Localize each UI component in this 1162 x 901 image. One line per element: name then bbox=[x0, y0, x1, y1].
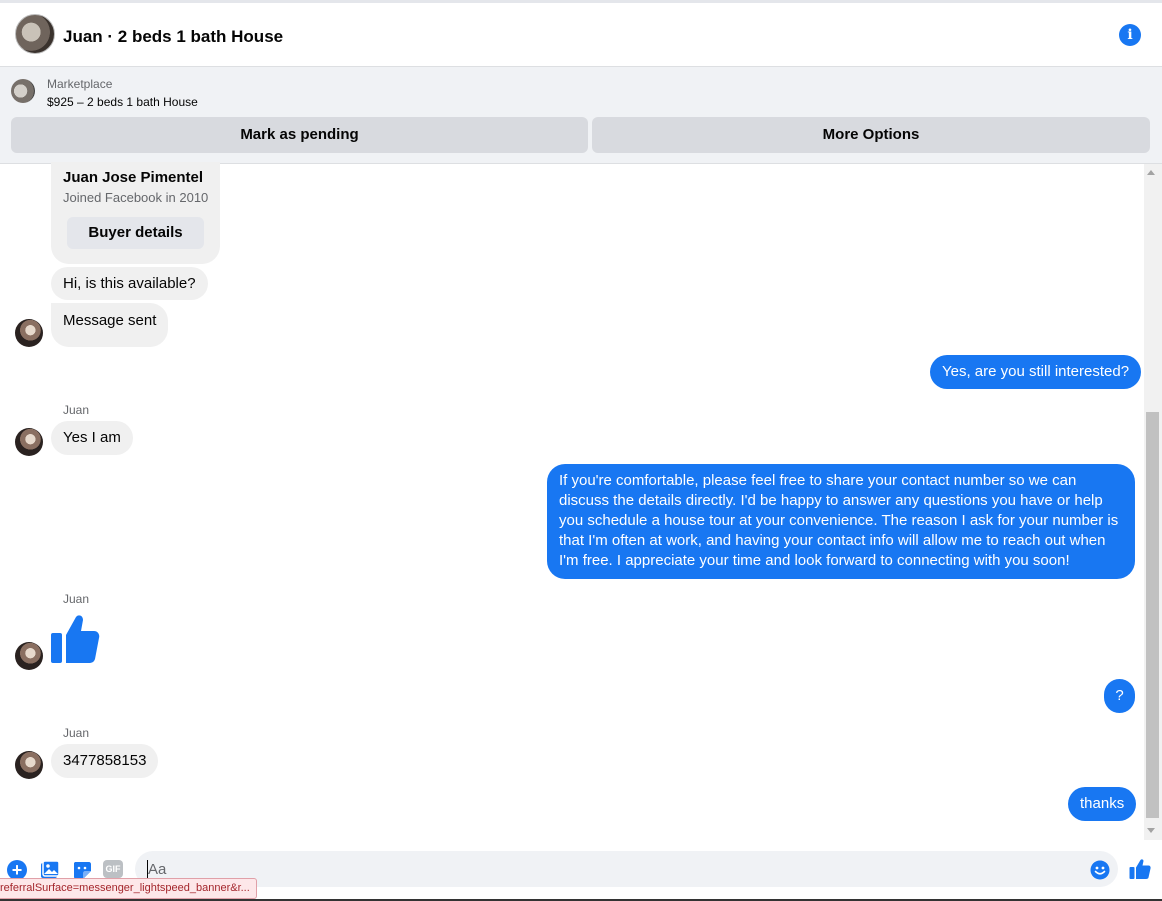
info-icon[interactable]: i bbox=[1119, 24, 1141, 46]
sticker-icon[interactable] bbox=[72, 860, 92, 880]
photo-icon[interactable] bbox=[40, 860, 60, 880]
sender-name: Juan bbox=[63, 726, 90, 740]
listing-thumbnail[interactable] bbox=[11, 79, 35, 103]
scroll-up-arrow-icon[interactable] bbox=[1147, 170, 1155, 175]
plus-icon[interactable]: + bbox=[7, 860, 27, 880]
message-input[interactable] bbox=[135, 851, 1118, 887]
buyer-name: Juan Jose Pimentel bbox=[63, 169, 204, 186]
avatar[interactable] bbox=[15, 751, 43, 779]
mark-as-pending-button[interactable]: Mark as pending bbox=[11, 117, 588, 153]
avatar[interactable] bbox=[15, 319, 43, 347]
avatar[interactable] bbox=[15, 642, 43, 670]
listing-avatar[interactable] bbox=[15, 14, 55, 54]
buyer-card: Juan Jose Pimentel Joined Facebook in 20… bbox=[51, 162, 220, 264]
conversation-title[interactable]: Juan · 2 beds 1 bath House bbox=[63, 27, 283, 47]
like-icon[interactable] bbox=[1129, 858, 1151, 880]
marketplace-label: Marketplace bbox=[47, 77, 113, 91]
buyer-joined-date: Joined Facebook in 2010 bbox=[63, 190, 209, 205]
sender-name: Juan bbox=[63, 403, 90, 417]
message-bubble-outgoing[interactable]: If you're comfortable, please feel free … bbox=[547, 464, 1135, 579]
marketplace-panel: Marketplace $925 – 2 beds 1 bath House M… bbox=[0, 67, 1162, 164]
gif-icon[interactable]: GIF bbox=[103, 860, 123, 878]
conversation-header: Juan · 2 beds 1 bath House i bbox=[0, 0, 1162, 67]
message-bubble-incoming[interactable]: 3477858153 bbox=[51, 744, 159, 778]
text-caret bbox=[147, 860, 148, 878]
sender-name: Juan bbox=[63, 592, 90, 606]
message-bubble-incoming[interactable]: Message sent bbox=[51, 303, 169, 347]
status-bar-url: referralSurface=messenger_lightspeed_ban… bbox=[0, 878, 257, 899]
message-bubble-outgoing[interactable]: ? bbox=[1104, 679, 1135, 713]
message-bubble-outgoing[interactable]: Yes, are you still interested? bbox=[930, 355, 1142, 389]
listing-summary[interactable]: $925 – 2 beds 1 bath House bbox=[47, 95, 198, 109]
more-options-button[interactable]: More Options bbox=[592, 117, 1150, 153]
message-bubble-outgoing[interactable]: thanks bbox=[1068, 787, 1137, 821]
emoji-icon[interactable] bbox=[1090, 860, 1110, 880]
buyer-details-button[interactable]: Buyer details bbox=[67, 217, 204, 249]
message-bubble-incoming[interactable]: Yes I am bbox=[51, 421, 133, 455]
scroll-down-arrow-icon[interactable] bbox=[1147, 828, 1155, 833]
scrollbar-thumb[interactable] bbox=[1146, 412, 1159, 818]
message-bubble-incoming[interactable]: Hi, is this available? bbox=[51, 267, 208, 300]
avatar[interactable] bbox=[15, 428, 43, 456]
thumbs-up-icon[interactable] bbox=[50, 613, 100, 665]
